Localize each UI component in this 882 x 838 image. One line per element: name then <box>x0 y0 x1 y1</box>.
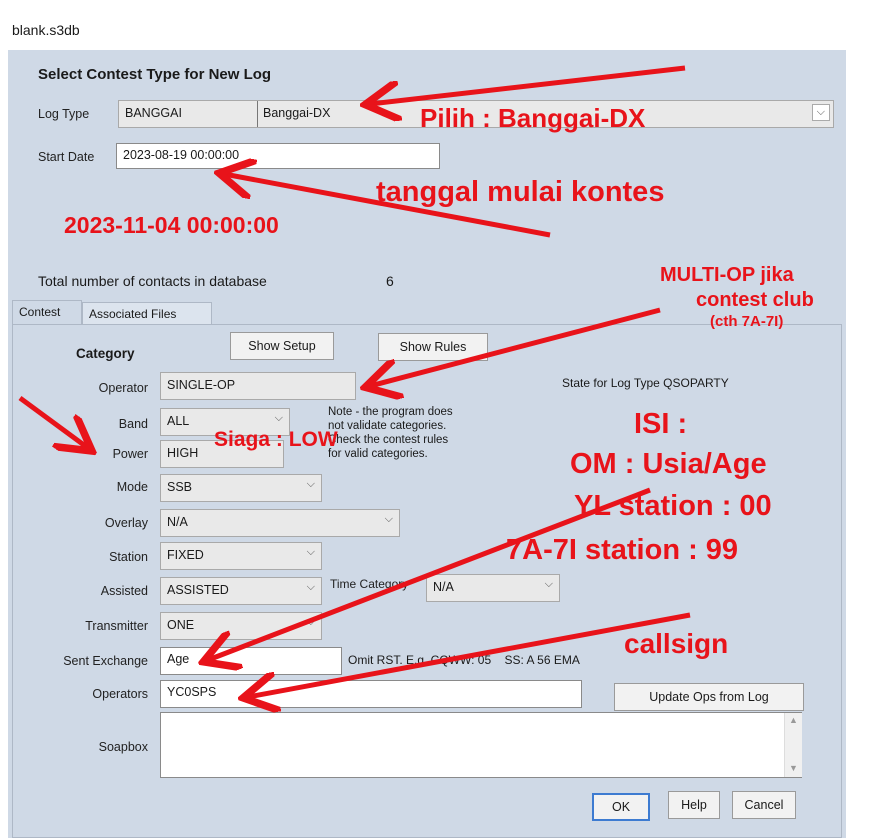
chevron-down-icon: ⌵ <box>306 616 315 628</box>
category-note: Note - the program does not validate cat… <box>328 405 453 461</box>
transmitter-value: ONE <box>167 618 195 632</box>
annotation-pilih: Pilih : Banggai-DX <box>420 103 646 133</box>
chevron-down-icon[interactable]: ⌵ <box>811 104 830 121</box>
power-label: Power <box>112 447 148 461</box>
log-type-name: Banggai-DX <box>263 106 331 120</box>
time-category-value: N/A <box>433 580 454 594</box>
soapbox-label: Soapbox <box>98 740 148 754</box>
sent-exchange-label: Sent Exchange <box>63 654 148 668</box>
mode-value: SSB <box>167 480 193 494</box>
annotation-multi-op: MULTI-OP jika <box>660 264 794 286</box>
note-line: not validate categories. <box>328 420 447 432</box>
chevron-down-icon: ⌵ <box>306 478 315 490</box>
annotation-isi: ISI : <box>634 408 688 440</box>
state-label: State for Log Type QSOPARTY <box>562 376 729 390</box>
show-setup-button[interactable]: Show Setup <box>230 332 334 360</box>
start-date-label: Start Date <box>38 150 95 164</box>
ok-button[interactable]: OK <box>592 793 650 821</box>
window-title: blank.s3db <box>12 22 80 38</box>
tab-contest[interactable]: Contest <box>12 300 82 325</box>
annotation-yl: YL station : 00 <box>574 490 772 522</box>
annotation-callsign: callsign <box>624 628 729 659</box>
annotation-contest-club: contest club <box>696 289 814 311</box>
assisted-value: ASSISTED <box>167 583 229 597</box>
operator-select[interactable]: SINGLE-OP <box>160 372 356 400</box>
cancel-button[interactable]: Cancel <box>732 791 796 819</box>
power-value: HIGH <box>167 446 199 460</box>
band-value: ALL <box>167 414 190 428</box>
overlay-select[interactable]: N/A ⌵ <box>160 509 400 537</box>
contacts-label: Total number of contacts in database <box>38 273 267 289</box>
note-line: for valid categories. <box>328 448 428 460</box>
log-type-label: Log Type <box>38 107 90 121</box>
annotation-tanggal: tanggal mulai kontes <box>376 176 665 208</box>
scroll-up-icon[interactable]: ▲ <box>789 715 798 725</box>
chevron-down-icon: ⌵ <box>384 513 393 525</box>
note-line: Note - the program does <box>328 406 453 418</box>
overlay-label: Overlay <box>104 516 148 530</box>
time-category-label: Time Category <box>330 577 409 591</box>
operators-input[interactable]: YC0SPS <box>160 680 582 708</box>
annotation-club-station: 7A-7I station : 99 <box>506 534 739 566</box>
chevron-down-icon: ⌵ <box>306 546 315 558</box>
operator-value: SINGLE-OP <box>167 378 236 392</box>
soapbox-textarea[interactable] <box>160 712 802 778</box>
title-bar: blank.s3db <box>0 0 882 50</box>
start-date-input[interactable]: 2023-08-19 00:00:00 <box>116 143 440 169</box>
show-rules-button[interactable]: Show Rules <box>378 333 488 361</box>
sent-exchange-input[interactable]: Age <box>160 647 342 675</box>
update-ops-button[interactable]: Update Ops from Log <box>614 683 804 711</box>
assisted-select[interactable]: ASSISTED ⌵ <box>160 577 322 605</box>
note-line: Check the contest rules <box>328 434 449 446</box>
sent-exchange-hint: Omit RST. E.g. CQWW: 05 SS: A 56 EMA <box>348 653 580 667</box>
station-select[interactable]: FIXED ⌵ <box>160 542 322 570</box>
annotation-om: OM : Usia/Age <box>570 448 767 480</box>
annotation-date: 2023-11-04 00:00:00 <box>64 212 279 238</box>
annotation-example: (cth 7A-7I) <box>710 313 784 330</box>
chevron-down-icon: ⌵ <box>544 578 553 590</box>
log-type-code: BANGGAI <box>125 106 182 120</box>
mode-select[interactable]: SSB ⌵ <box>160 474 322 502</box>
operators-label: Operators <box>92 687 148 701</box>
assisted-label: Assisted <box>100 584 148 598</box>
dialog-heading: Select Contest Type for New Log <box>38 66 272 83</box>
station-label: Station <box>109 550 148 564</box>
station-value: FIXED <box>167 548 204 562</box>
tab-associated-files[interactable]: Associated Files <box>82 302 212 325</box>
contacts-count: 6 <box>386 273 394 289</box>
chevron-down-icon: ⌵ <box>306 581 315 593</box>
band-label: Band <box>118 417 148 431</box>
annotation-siaga: Siaga : LOW <box>214 428 338 451</box>
operator-label: Operator <box>98 381 148 395</box>
chevron-down-icon: ⌵ <box>274 412 283 424</box>
new-log-dialog: Select Contest Type for New Log Log Type… <box>8 50 846 838</box>
category-heading: Category <box>76 346 135 361</box>
mode-label: Mode <box>116 480 148 494</box>
help-button[interactable]: Help <box>668 791 720 819</box>
transmitter-label: Transmitter <box>85 619 148 633</box>
time-category-select[interactable]: N/A ⌵ <box>426 574 560 602</box>
transmitter-select[interactable]: ONE ⌵ <box>160 612 322 640</box>
soapbox-scrollbar[interactable]: ▲ ▼ <box>784 713 802 777</box>
overlay-value: N/A <box>167 515 188 529</box>
scroll-down-icon[interactable]: ▼ <box>789 763 798 773</box>
